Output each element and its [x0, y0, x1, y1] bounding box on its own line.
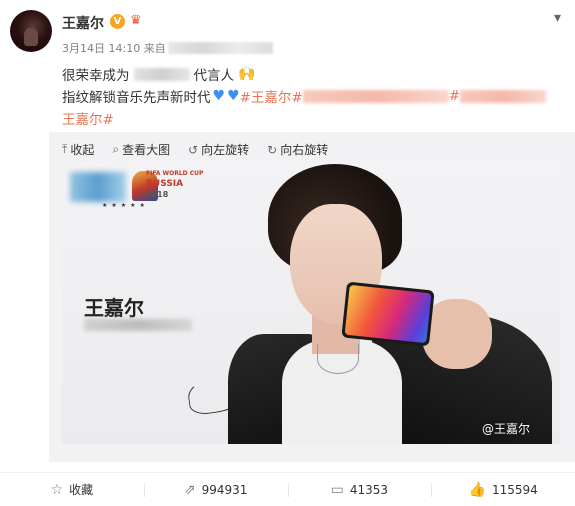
hashtag-link[interactable]: 王嘉尔# — [62, 108, 114, 128]
russia-caption: RUSSIA — [146, 179, 184, 189]
blue-heart-icon: ♥ — [212, 88, 226, 104]
weibo-watermark: @王嘉尔 — [482, 422, 531, 436]
media-toolbar: ⤒ 收起 ⌕ 查看大图 ↺ 向左旋转 ↻ 向右旋转 — [62, 141, 328, 158]
praying-hands-icon: 🙌 — [238, 66, 256, 82]
comment-icon: ▭ — [330, 481, 344, 498]
post-text-segment: 指纹解锁音乐先声新时代 — [62, 90, 211, 106]
view-large-button[interactable]: ⌕ 查看大图 — [112, 141, 170, 158]
chevron-down-icon[interactable]: ▾ — [554, 10, 561, 26]
hashtag-link[interactable]: #王嘉尔# — [240, 86, 303, 106]
like-button[interactable]: 👍 115594 — [431, 473, 575, 506]
blue-heart-icon: ♥ — [227, 88, 240, 104]
post-text-segment: 很荣幸成为 — [62, 68, 130, 84]
arrow-up-icon: ⤒ — [62, 142, 68, 156]
post-timestamp[interactable]: 3月14日 14:10 来自 — [62, 40, 166, 56]
rotate-right-button[interactable]: ↻ 向右旋转 — [267, 141, 328, 158]
search-icon: ⌕ — [112, 142, 120, 156]
action-bar: ☆ 收藏 ⇗ 994931 ▭ 41353 👍 115594 — [0, 472, 575, 506]
repost-button[interactable]: ⇗ 994931 — [143, 473, 288, 506]
collapse-button[interactable]: ⤒ 收起 — [62, 141, 94, 158]
collapse-label: 收起 — [70, 143, 95, 157]
post-meta: 3月14日 14:10 来自 — [62, 40, 273, 56]
verified-badge-icon: V — [110, 14, 125, 29]
photo-subtitle-blurred — [84, 319, 192, 331]
repost-count: 994931 — [201, 482, 248, 497]
avatar[interactable] — [10, 10, 52, 52]
rotate-right-icon: ↻ — [267, 142, 278, 157]
hashtag-blurred[interactable] — [302, 89, 449, 103]
comment-count: 41353 — [349, 482, 389, 497]
favorite-label: 收藏 — [69, 483, 94, 497]
rotate-left-label: 向左旋转 — [201, 143, 250, 157]
thumbs-up-icon: 👍 — [468, 481, 486, 498]
necklace — [317, 344, 359, 374]
smartphone-image — [341, 281, 435, 347]
hashtag-blurred[interactable] — [460, 89, 547, 103]
like-count: 115594 — [491, 482, 538, 497]
rotate-left-button[interactable]: ↺ 向左旋转 — [188, 141, 249, 158]
fifa-caption: FIFA WORLD CUP — [146, 170, 204, 177]
share-icon: ⇗ — [183, 481, 196, 498]
post-text-line1: 很荣幸成为 代言人 🙌 — [62, 64, 255, 84]
favorite-button[interactable]: ☆ 收藏 — [0, 473, 144, 506]
star-icon: ☆ — [50, 481, 64, 498]
photo-name: 王嘉尔 — [84, 296, 144, 320]
post-text-segment: 代言人 — [193, 68, 235, 84]
hashtag-separator: # — [448, 88, 461, 104]
vip-crown-icon: ♛ — [130, 13, 142, 28]
year-caption: 2018 — [146, 190, 169, 199]
phone-screen — [344, 284, 432, 344]
post-photo[interactable]: FIFA WORLD CUP RUSSIA 2018 ★★★★★ 王嘉尔 — [62, 164, 560, 444]
post-source-blurred — [167, 42, 273, 54]
rotate-right-label: 向右旋转 — [280, 143, 329, 157]
brand-name-blurred — [133, 67, 190, 81]
rotate-left-icon: ↺ — [188, 142, 199, 157]
brand-logo-blurred — [70, 172, 126, 202]
post-text-line2: 指纹解锁音乐先声新时代 ♥ ♥ #王嘉尔# # — [62, 86, 547, 106]
stars-row: ★★★★★ — [102, 202, 149, 209]
view-large-label: 查看大图 — [122, 143, 171, 157]
username-link[interactable]: 王嘉尔 — [62, 13, 104, 33]
comment-button[interactable]: ▭ 41353 — [287, 473, 432, 506]
